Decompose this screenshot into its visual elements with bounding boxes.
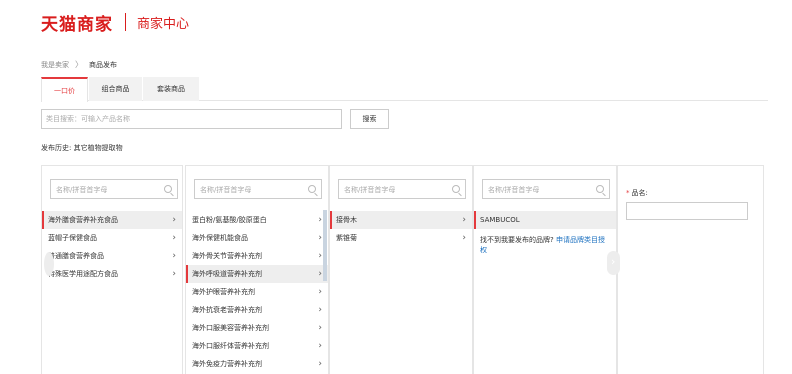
brand-list: SAMBUCOL 找不到我要发布的品牌? 申请品牌类目授权 <box>474 211 616 255</box>
list-item-label: 海外口服美容营养补充剂 <box>192 324 269 332</box>
chevron-right-icon: › <box>172 215 176 225</box>
brand-search-input[interactable]: 名称/拼音首字母 <box>482 179 610 199</box>
chevron-right-icon: › <box>318 215 322 225</box>
publish-history[interactable]: 发布历史: 其它植物提取物 <box>41 143 123 153</box>
category-column-1: 名称/拼音首字母 海外膳食营养补充食品 › 蓝帽子保健食品 › 普通膳食营养食品 › … <box>41 165 183 374</box>
logo-divider <box>125 13 126 31</box>
list-item[interactable]: 海外呼吸道营养补充剂 › <box>186 265 328 283</box>
tab-bundle-product[interactable]: 套装商品 <box>143 77 199 101</box>
merchant-center-title: 商家中心 <box>137 16 190 32</box>
chevron-right-icon: › <box>318 251 322 261</box>
category-search-input[interactable] <box>41 109 342 129</box>
publish-tabs: 一口价 组合商品 套装商品 <box>41 77 768 102</box>
list-item[interactable]: 海外免疫力营养补充剂 › <box>186 355 328 373</box>
list-item[interactable]: 普通膳食营养食品 › <box>42 247 182 265</box>
product-name-label-text: 品名: <box>631 189 648 197</box>
category-list: 蛋白粉/氨基酸/胶原蛋白 › 海外保健机能食品 › 海外骨关节营养补充剂 › 海外呼吸… <box>186 211 328 373</box>
chevron-right-icon: › <box>318 341 322 351</box>
list-item[interactable]: 海外膳食营养补充食品 › <box>42 211 182 229</box>
brand-not-found: 找不到我要发布的品牌? 申请品牌类目授权 <box>474 229 616 255</box>
list-item[interactable]: 海外护眼营养补充剂 › <box>186 283 328 301</box>
list-item-label: 海外护眼营养补充剂 <box>192 288 255 296</box>
category-column-3: 名称/拼音首字母 接骨木 › 紫锥菊 › <box>329 165 473 374</box>
list-item[interactable]: 海外保健机能食品 › <box>186 229 328 247</box>
chevron-right-icon: › <box>318 233 322 243</box>
breadcrumb-current: 商品发布 <box>89 60 117 69</box>
list-item-label: 海外抗衰老营养补充剂 <box>192 306 262 314</box>
brand-column: 名称/拼音首字母 SAMBUCOL 找不到我要发布的品牌? 申请品牌类目授权 <box>473 165 617 374</box>
list-item[interactable]: 特殊医学用途配方食品 › <box>42 265 182 283</box>
list-item-label: 海外骨关节营养补充剂 <box>192 252 262 260</box>
not-found-text: 找不到我要发布的品牌? <box>480 236 554 244</box>
list-item-label: 紫锥菊 <box>336 234 357 242</box>
column-search-placeholder: 名称/拼音首字母 <box>488 186 540 194</box>
list-item-label: 海外口服纤体营养补充剂 <box>192 342 269 350</box>
list-item-label: 海外保健机能食品 <box>192 234 248 242</box>
category-list: 接骨木 › 紫锥菊 › <box>330 211 472 247</box>
tab-fixed-price[interactable]: 一口价 <box>41 77 88 102</box>
chevron-right-icon: › <box>172 251 176 261</box>
list-item-label: 特殊医学用途配方食品 <box>48 270 118 278</box>
chevron-right-icon: › <box>318 305 322 315</box>
column-2-search-input[interactable]: 名称/拼音首字母 <box>194 179 322 199</box>
breadcrumb: 我是卖家 〉 商品发布 <box>41 59 117 70</box>
category-list: 海外膳食营养补充食品 › 蓝帽子保健食品 › 普通膳食营养食品 › 特殊医学用途配方食… <box>42 211 182 283</box>
list-item[interactable]: 海外口服纤体营养补充剂 › <box>186 337 328 355</box>
chevron-right-icon: › <box>318 269 322 279</box>
scroll-right-arrow-icon[interactable] <box>607 251 620 275</box>
category-column-2: 名称/拼音首字母 蛋白粉/氨基酸/胶原蛋白 › 海外保健机能食品 › 海外骨关节营养… <box>185 165 329 374</box>
breadcrumb-separator-icon: 〉 <box>75 60 83 69</box>
search-icon[interactable] <box>164 185 172 193</box>
list-item[interactable]: 海外抗衰老营养补充剂 › <box>186 301 328 319</box>
column-3-search-input[interactable]: 名称/拼音首字母 <box>338 179 466 199</box>
column-1-search-input[interactable]: 名称/拼音首字母 <box>50 179 178 199</box>
list-item-label: 蛋白粉/氨基酸/胶原蛋白 <box>192 216 267 224</box>
column-search-placeholder: 名称/拼音首字母 <box>56 186 108 194</box>
chevron-right-icon: › <box>172 233 176 243</box>
list-item-label: 海外免疫力营养补充剂 <box>192 360 262 368</box>
product-name-panel: * 品名: <box>617 165 764 374</box>
product-name-input[interactable] <box>626 202 748 220</box>
list-item-label: 蓝帽子保健食品 <box>48 234 97 242</box>
search-icon[interactable] <box>596 185 604 193</box>
list-item[interactable]: 蛋白粉/氨基酸/胶原蛋白 › <box>186 211 328 229</box>
list-item[interactable]: 蓝帽子保健食品 › <box>42 229 182 247</box>
search-icon[interactable] <box>452 185 460 193</box>
breadcrumb-seller-link[interactable]: 我是卖家 <box>41 60 69 70</box>
column-search-placeholder: 名称/拼音首字母 <box>344 186 396 194</box>
chevron-right-icon: › <box>318 287 322 297</box>
chevron-right-icon: › <box>318 359 322 369</box>
chevron-right-icon: › <box>318 323 322 333</box>
column-2-scrollbar[interactable] <box>323 210 327 281</box>
list-item[interactable]: 海外口服美容营养补充剂 › <box>186 319 328 337</box>
header-logo[interactable]: 天猫商家 商家中心 <box>41 11 190 35</box>
list-item[interactable]: 紫锥菊 › <box>330 229 472 247</box>
list-item[interactable]: 接骨木 › <box>330 211 472 229</box>
chevron-right-icon: › <box>462 233 466 243</box>
search-icon[interactable] <box>308 185 316 193</box>
list-item[interactable]: 海外骨关节营养补充剂 › <box>186 247 328 265</box>
list-item-label: 普通膳食营养食品 <box>48 252 104 260</box>
list-item-label: 海外膳食营养补充食品 <box>48 216 118 224</box>
tab-combo-product[interactable]: 组合商品 <box>89 77 142 101</box>
column-search-placeholder: 名称/拼音首字母 <box>200 186 252 194</box>
chevron-right-icon: › <box>172 269 176 279</box>
product-name-label: * 品名: <box>626 188 648 198</box>
chevron-right-icon: › <box>462 215 466 225</box>
brand-logo-text: 天猫商家 <box>41 14 113 35</box>
list-item-label: 海外呼吸道营养补充剂 <box>192 270 262 278</box>
category-search-button[interactable]: 搜索 <box>350 109 389 129</box>
required-mark: * <box>626 189 630 197</box>
brand-item[interactable]: SAMBUCOL <box>474 211 616 229</box>
list-item-label: 接骨木 <box>336 216 357 224</box>
scroll-left-arrow-icon[interactable] <box>44 252 54 276</box>
